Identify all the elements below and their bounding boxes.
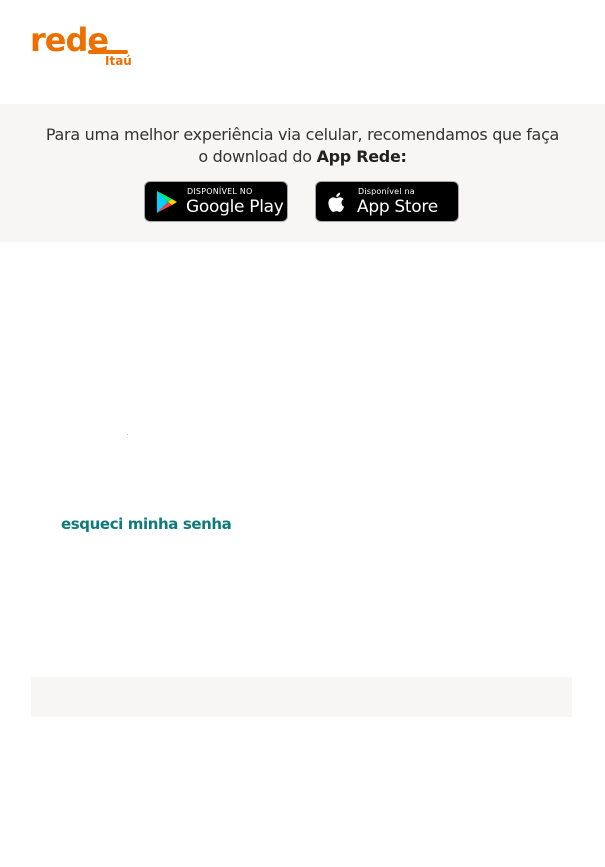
forgot-password-link[interactable]: esqueci minha senha (61, 514, 232, 534)
app-store-button[interactable]: Disponível na App Store (315, 181, 459, 222)
google-play-button[interactable]: DISPONÍVEL NO Google Play (144, 181, 288, 222)
banner-app-name: App Rede: (316, 147, 407, 166)
banner-message-text: Para uma melhor experiência via celular,… (45, 125, 560, 166)
page: rede Itaú Para uma melhor experiência vi… (0, 0, 605, 867)
google-play-label: Google Play (186, 197, 284, 217)
loading-dot (127, 434, 128, 435)
apple-icon (328, 192, 344, 212)
footer-bar (31, 677, 572, 717)
rede-logo[interactable]: rede Itaú (30, 22, 140, 72)
banner-message: Para uma melhor experiência via celular,… (40, 124, 565, 168)
app-download-banner: Para uma melhor experiência via celular,… (0, 104, 605, 242)
google-play-icon (157, 191, 177, 213)
app-store-label: App Store (357, 197, 438, 217)
logo-subtitle: Itaú (105, 54, 132, 68)
